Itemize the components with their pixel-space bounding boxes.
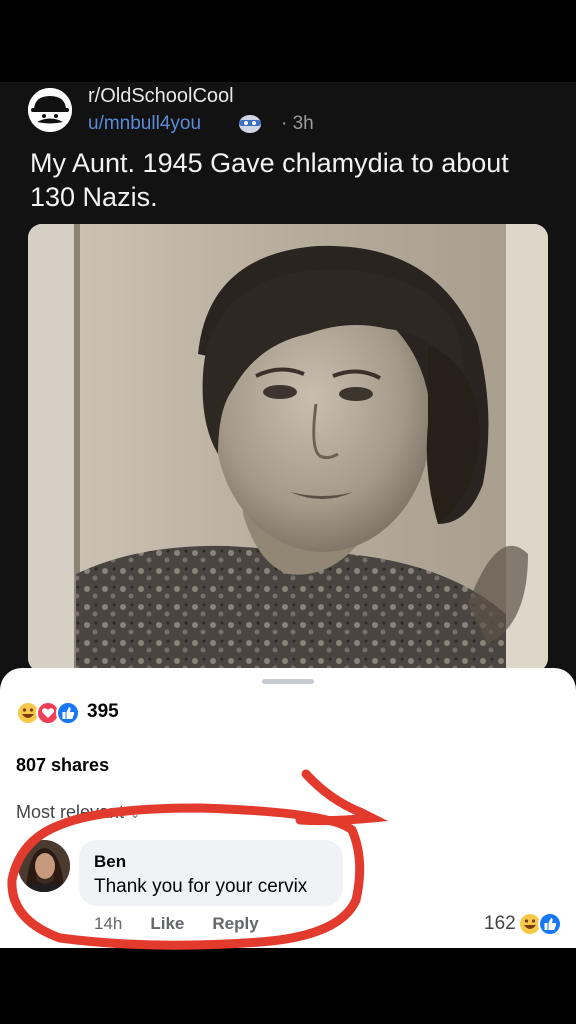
comment-reaction-count[interactable]: 162: [484, 913, 516, 935]
drag-handle[interactable]: [262, 679, 314, 684]
post-title[interactable]: My Aunt. 1945 Gave chlamydia to about 13…: [30, 146, 550, 214]
reaction-icons[interactable]: [16, 701, 86, 725]
comment-actions: 14h Like Reply: [94, 914, 287, 934]
commenter-avatar[interactable]: [18, 840, 70, 892]
comment-text: Thank you for your cervix: [94, 876, 308, 897]
snoo-avatar-icon: [235, 112, 265, 134]
comment-bubble[interactable]: Ben Thank you for your cervix: [79, 840, 343, 906]
subreddit-avatar[interactable]: [28, 88, 72, 132]
comment-reaction-icons[interactable]: [518, 912, 568, 936]
share-count[interactable]: 807 shares: [16, 755, 109, 776]
like-button[interactable]: Like: [150, 914, 184, 933]
reddit-post: r/OldSchoolCool u/mnbull4you · 3h My Aun…: [0, 82, 576, 682]
commenter-name[interactable]: Ben: [94, 852, 126, 872]
post-photo[interactable]: [28, 224, 548, 672]
post-author[interactable]: u/mnbull4you: [88, 113, 201, 135]
chevron-down-icon: ⌄: [130, 807, 141, 821]
post-age: · 3h: [281, 113, 314, 134]
sort-label: Most relevant: [16, 802, 125, 822]
reply-button[interactable]: Reply: [212, 914, 258, 933]
comment-sort-dropdown[interactable]: Most relevant ⌄: [16, 802, 140, 823]
facebook-comment-sheet: 395 807 shares Most relevant ⌄ Ben Thank …: [0, 668, 576, 948]
reaction-count[interactable]: 395: [87, 701, 119, 723]
subreddit-name[interactable]: r/OldSchoolCool: [88, 85, 234, 108]
comment-time[interactable]: 14h: [94, 914, 122, 933]
